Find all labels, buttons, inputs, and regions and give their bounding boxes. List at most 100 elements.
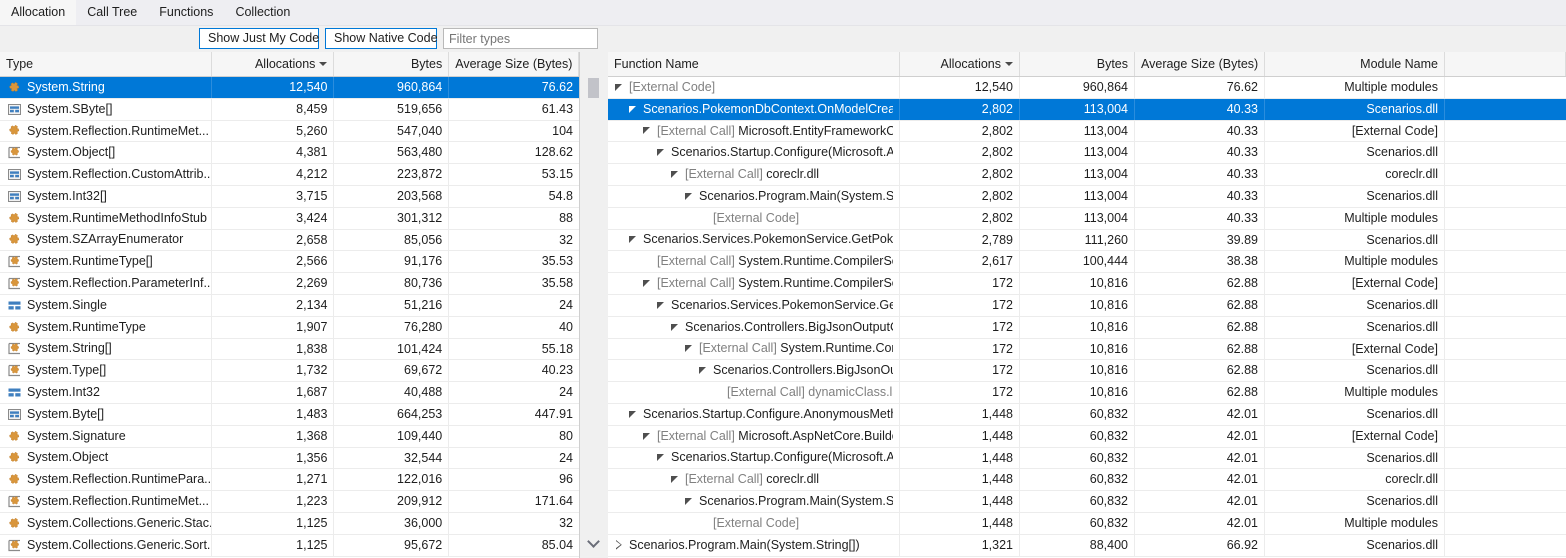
tree-row[interactable]: [External Call] System.Runtime.Com... 172… [608, 338, 1566, 361]
types-column-header-bytes[interactable]: Bytes [334, 52, 450, 76]
collapse-triangle-icon[interactable] [698, 365, 709, 376]
backtrace-column-header-allocations[interactable]: Allocations [900, 52, 1020, 76]
collapse-triangle-icon[interactable] [684, 496, 695, 507]
bytes-cell: 80,736 [334, 273, 450, 294]
expand-triangle-icon[interactable] [614, 540, 625, 551]
collapse-triangle-icon[interactable] [628, 409, 639, 420]
function-name-cell: Scenarios.Program.Main(System.Stri... [608, 491, 900, 512]
backtrace-column-header-function-name[interactable]: Function Name [608, 52, 900, 76]
tree-row[interactable]: [External Call] System.Runtime.CompilerS… [608, 251, 1566, 274]
table-row[interactable]: System.RuntimeType[] 2,566 91,176 35.53 [0, 251, 579, 274]
collapse-triangle-icon[interactable] [684, 191, 695, 202]
collapse-triangle-icon[interactable] [614, 82, 625, 93]
collapse-triangle-icon[interactable] [642, 125, 653, 136]
tree-row[interactable]: Scenarios.Startup.Configure.AnonymousMet… [608, 403, 1566, 426]
collapse-triangle-icon[interactable] [642, 431, 653, 442]
tree-row[interactable]: [External Call] Microsoft.EntityFramewor… [608, 120, 1566, 143]
backtrace-column-header-module-name[interactable]: Module Name [1265, 52, 1445, 76]
type-cell: System.Reflection.CustomAttrib... [0, 164, 212, 185]
show-just-my-code-button[interactable]: Show Just My Code [199, 28, 319, 49]
filter-types-input[interactable] [443, 28, 598, 49]
tree-row[interactable]: Scenarios.Program.Main(System.Stri... 2,8… [608, 185, 1566, 208]
show-native-code-button[interactable]: Show Native Code [325, 28, 438, 49]
table-row[interactable]: System.Reflection.RuntimePara... 1,271 122… [0, 469, 579, 492]
types-scrollbar-thumb[interactable] [588, 78, 599, 98]
table-row[interactable]: System.Reflection.CustomAttrib... 4,212 22… [0, 164, 579, 186]
collapse-triangle-icon[interactable] [656, 452, 667, 463]
tree-row[interactable]: Scenarios.Program.Main(System.Stri... 1,4… [608, 491, 1566, 513]
table-row[interactable]: System.Int32[] 3,715 203,568 54.8 [0, 185, 579, 208]
tree-row[interactable]: [External Code] 12,540 960,864 76.62 Multipl… [608, 77, 1566, 99]
tree-row[interactable]: Scenarios.Startup.Configure(Microsoft.As… [608, 447, 1566, 470]
types-vertical-scrollbar[interactable] [585, 52, 602, 558]
types-column-header-allocations[interactable]: Allocations [212, 52, 335, 76]
tree-row[interactable]: Scenarios.Controllers.BigJsonOutputC... 1… [608, 316, 1566, 339]
tree-row[interactable]: Scenarios.Program.Main(System.String[]) 1… [608, 534, 1566, 557]
chevron-down-icon[interactable] [585, 532, 602, 549]
function-name: Scenarios.PokemonDbContext.OnModelCreat.… [643, 99, 893, 120]
table-row[interactable]: System.Object 1,356 32,544 24 [0, 447, 579, 470]
types-column-header-average-size-bytes[interactable]: Average Size (Bytes) [449, 52, 580, 76]
table-row[interactable]: System.String 12,540 960,864 76.62 [0, 77, 579, 99]
external-call-prefix: [External Call] [685, 167, 767, 182]
table-row[interactable]: System.Collections.Generic.Stac... 1,125 3… [0, 512, 579, 535]
sort-descending-icon [1005, 61, 1013, 66]
bytes-cell: 60,832 [1020, 447, 1135, 469]
tab-allocation[interactable]: Allocation [0, 0, 77, 25]
table-row[interactable]: System.Signature 1,368 109,440 80 [0, 425, 579, 448]
function-name-text: [External Code] [713, 515, 800, 530]
backtrace-column-header-bytes[interactable]: Bytes [1020, 52, 1135, 76]
tree-row[interactable]: [External Call] coreclr.dll 1,448 60,832 42… [608, 469, 1566, 492]
backtrace-pane: Function Name Allocations Bytes Average Siz… [608, 52, 1566, 558]
array-struct-icon [8, 408, 21, 421]
collapse-triangle-icon[interactable] [684, 343, 695, 354]
table-row[interactable]: System.Single 2,134 51,216 24 [0, 294, 579, 317]
collapse-triangle-icon[interactable] [670, 322, 681, 333]
tab-collection[interactable]: Collection [224, 0, 301, 25]
type-cell: System.String[] [0, 338, 212, 360]
collapse-triangle-icon[interactable] [656, 147, 667, 158]
tree-row[interactable]: Scenarios.Services.PokemonService.GetPok… [608, 229, 1566, 252]
table-row[interactable]: System.Object[] 4,381 563,480 128.62 [0, 142, 579, 165]
tree-row[interactable]: Scenarios.Controllers.BigJsonOutp... 1721… [608, 360, 1566, 383]
table-row[interactable]: System.SByte[] 8,459 519,656 61.43 [0, 98, 579, 121]
function-name-cell: [External Call] dynamicClass.lam... [608, 382, 900, 403]
backtrace-column-header-average-size-bytes[interactable]: Average Size (Bytes) [1135, 52, 1265, 76]
function-name-text: Scenarios.Program.Main(System.Stri... [699, 494, 893, 509]
table-row[interactable]: System.Reflection.RuntimeMet... 1,223 209,… [0, 491, 579, 513]
table-row[interactable]: System.Reflection.ParameterInf... 2,269 80… [0, 273, 579, 295]
table-row[interactable]: System.Byte[] 1,483 664,253 447.91 [0, 403, 579, 426]
types-column-header-type[interactable]: Type [0, 52, 212, 76]
tree-row[interactable]: [External Code] 2,802 113,004 40.33 Multiple… [608, 207, 1566, 230]
table-row[interactable]: System.Int32 1,687 40,488 24 [0, 382, 579, 404]
tree-row[interactable]: [External Call] System.Runtime.CompilerS… [608, 273, 1566, 295]
table-row[interactable]: System.String[] 1,838 101,424 55.18 [0, 338, 579, 361]
pane-splitter[interactable] [580, 52, 608, 558]
table-row[interactable]: System.SZArrayEnumerator 2,658 85,056 32 [0, 229, 579, 252]
collapse-triangle-icon[interactable] [670, 169, 681, 180]
tree-row[interactable]: [External Call] Microsoft.AspNetCore.Bui… [608, 425, 1566, 448]
table-row[interactable]: System.Type[] 1,732 69,672 40.23 [0, 360, 579, 383]
collapse-triangle-icon[interactable] [656, 300, 667, 311]
bytes-cell: 51,216 [334, 294, 450, 316]
tab-functions[interactable]: Functions [148, 0, 224, 25]
collapse-triangle-icon[interactable] [642, 278, 653, 289]
allocations-cell: 3,715 [212, 185, 335, 207]
tree-row[interactable]: [External Code] 1,448 60,832 42.01 Multiple … [608, 512, 1566, 535]
tree-row[interactable]: Scenarios.Startup.Configure(Microsoft.As… [608, 142, 1566, 165]
tree-row[interactable]: [External Call] coreclr.dll 2,802 113,004 4… [608, 164, 1566, 186]
collapse-triangle-icon[interactable] [670, 474, 681, 485]
tree-row[interactable]: Scenarios.PokemonDbContext.OnModelCreat.… [608, 98, 1566, 121]
table-row[interactable]: System.Reflection.RuntimeMet... 5,260 547,… [0, 120, 579, 143]
tree-row[interactable]: Scenarios.Services.PokemonService.GetP..… [608, 294, 1566, 317]
collapse-triangle-icon[interactable] [628, 234, 639, 245]
function-name: Scenarios.Controllers.BigJsonOutputC... [685, 317, 893, 338]
collapse-triangle-icon[interactable] [628, 104, 639, 115]
table-row[interactable]: System.RuntimeType 1,907 76,280 40 [0, 316, 579, 339]
type-cell: System.SZArrayEnumerator [0, 229, 212, 251]
tab-call-tree[interactable]: Call Tree [76, 0, 148, 25]
table-row[interactable]: System.RuntimeMethodInfoStub 3,424 301,312… [0, 207, 579, 230]
table-row[interactable]: System.Collections.Generic.Sort... 1,125 9… [0, 534, 579, 557]
type-name: System.Int32[] [27, 188, 107, 203]
tree-row[interactable]: [External Call] dynamicClass.lam... 17210… [608, 382, 1566, 404]
